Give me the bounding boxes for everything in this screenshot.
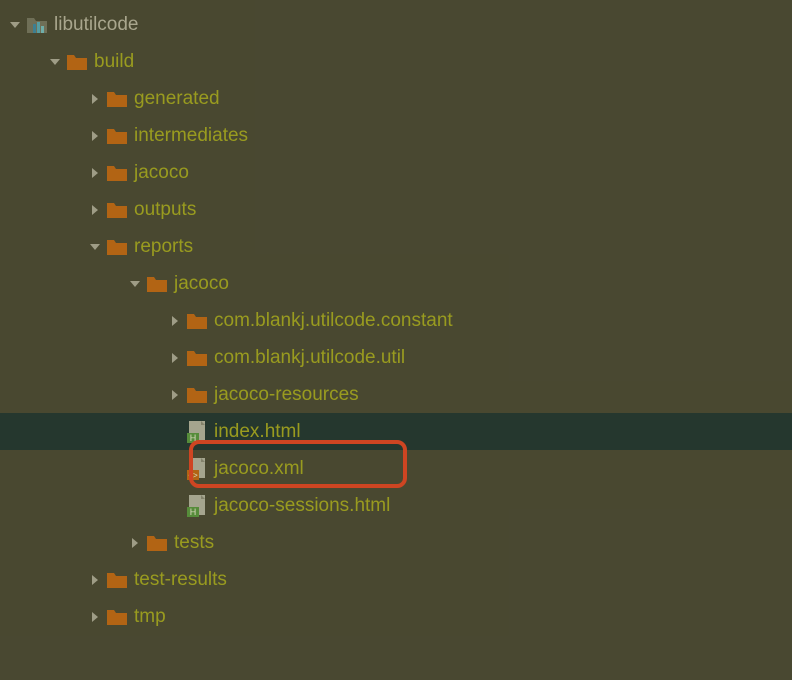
tree-label: jacoco (174, 265, 229, 302)
folder-icon (106, 607, 128, 627)
tree-label: index.html (214, 413, 301, 450)
tree-label: outputs (134, 191, 196, 228)
chevron-down-icon[interactable] (126, 278, 144, 290)
tree-row-pkg-constant[interactable]: com.blankj.utilcode.constant (0, 302, 792, 339)
tree-row-jacoco-resources[interactable]: jacoco-resources (0, 376, 792, 413)
chevron-right-icon[interactable] (126, 537, 144, 549)
chevron-right-icon[interactable] (86, 167, 104, 179)
tree-label: com.blankj.utilcode.util (214, 339, 405, 376)
chevron-down-icon[interactable] (6, 19, 24, 31)
tree-row-libutilcode[interactable]: libutilcode (0, 6, 792, 43)
folder-icon (106, 89, 128, 109)
tree-row-build[interactable]: build (0, 43, 792, 80)
tree-row-index-html[interactable]: · H index.html (0, 413, 792, 450)
chevron-right-icon[interactable] (86, 611, 104, 623)
tree-label: jacoco.xml (214, 450, 304, 487)
chevron-right-icon[interactable] (86, 93, 104, 105)
tree-label: jacoco-resources (214, 376, 359, 413)
chevron-down-icon[interactable] (46, 56, 64, 68)
folder-icon (146, 533, 168, 553)
tree-row-test-results[interactable]: test-results (0, 561, 792, 598)
module-icon (26, 15, 48, 35)
tree-label: tmp (134, 598, 166, 635)
tree-row-intermediates[interactable]: intermediates (0, 117, 792, 154)
folder-icon (186, 385, 208, 405)
chevron-down-icon[interactable] (86, 241, 104, 253)
html-file-icon: H (186, 422, 208, 442)
chevron-right-icon[interactable] (166, 315, 184, 327)
folder-icon (186, 348, 208, 368)
tree-row-reports[interactable]: reports (0, 228, 792, 265)
xml-file-icon: <> (186, 459, 208, 479)
tree-row-jacoco[interactable]: jacoco (0, 154, 792, 191)
tree-label: test-results (134, 561, 227, 598)
tree-label: jacoco-sessions.html (214, 487, 390, 524)
tree-label: reports (134, 228, 193, 265)
tree-row-tests[interactable]: tests (0, 524, 792, 561)
svg-text:<>: <> (188, 471, 198, 480)
folder-icon (106, 570, 128, 590)
folder-icon (106, 163, 128, 183)
tree-label: tests (174, 524, 214, 561)
project-tree[interactable]: libutilcode build generated intermediate… (0, 0, 792, 635)
folder-icon (106, 126, 128, 146)
chevron-right-icon[interactable] (86, 204, 104, 216)
svg-text:H: H (190, 433, 197, 443)
tree-row-pkg-util[interactable]: com.blankj.utilcode.util (0, 339, 792, 376)
chevron-right-icon[interactable] (166, 389, 184, 401)
svg-text:H: H (190, 507, 197, 517)
tree-row-jacoco-sessions[interactable]: · H jacoco-sessions.html (0, 487, 792, 524)
folder-icon (106, 200, 128, 220)
chevron-right-icon[interactable] (86, 130, 104, 142)
tree-row-generated[interactable]: generated (0, 80, 792, 117)
folder-icon (146, 274, 168, 294)
folder-icon (186, 311, 208, 331)
chevron-right-icon[interactable] (166, 352, 184, 364)
tree-label: libutilcode (54, 6, 139, 43)
folder-icon (66, 52, 88, 72)
html-file-icon: H (186, 496, 208, 516)
tree-row-tmp[interactable]: tmp (0, 598, 792, 635)
tree-row-reports-jacoco[interactable]: jacoco (0, 265, 792, 302)
tree-row-jacoco-xml[interactable]: · <> jacoco.xml (0, 450, 792, 487)
tree-row-outputs[interactable]: outputs (0, 191, 792, 228)
chevron-right-icon[interactable] (86, 574, 104, 586)
tree-label: intermediates (134, 117, 248, 154)
tree-label: com.blankj.utilcode.constant (214, 302, 453, 339)
folder-icon (106, 237, 128, 257)
tree-label: jacoco (134, 154, 189, 191)
tree-label: generated (134, 80, 220, 117)
tree-label: build (94, 43, 134, 80)
